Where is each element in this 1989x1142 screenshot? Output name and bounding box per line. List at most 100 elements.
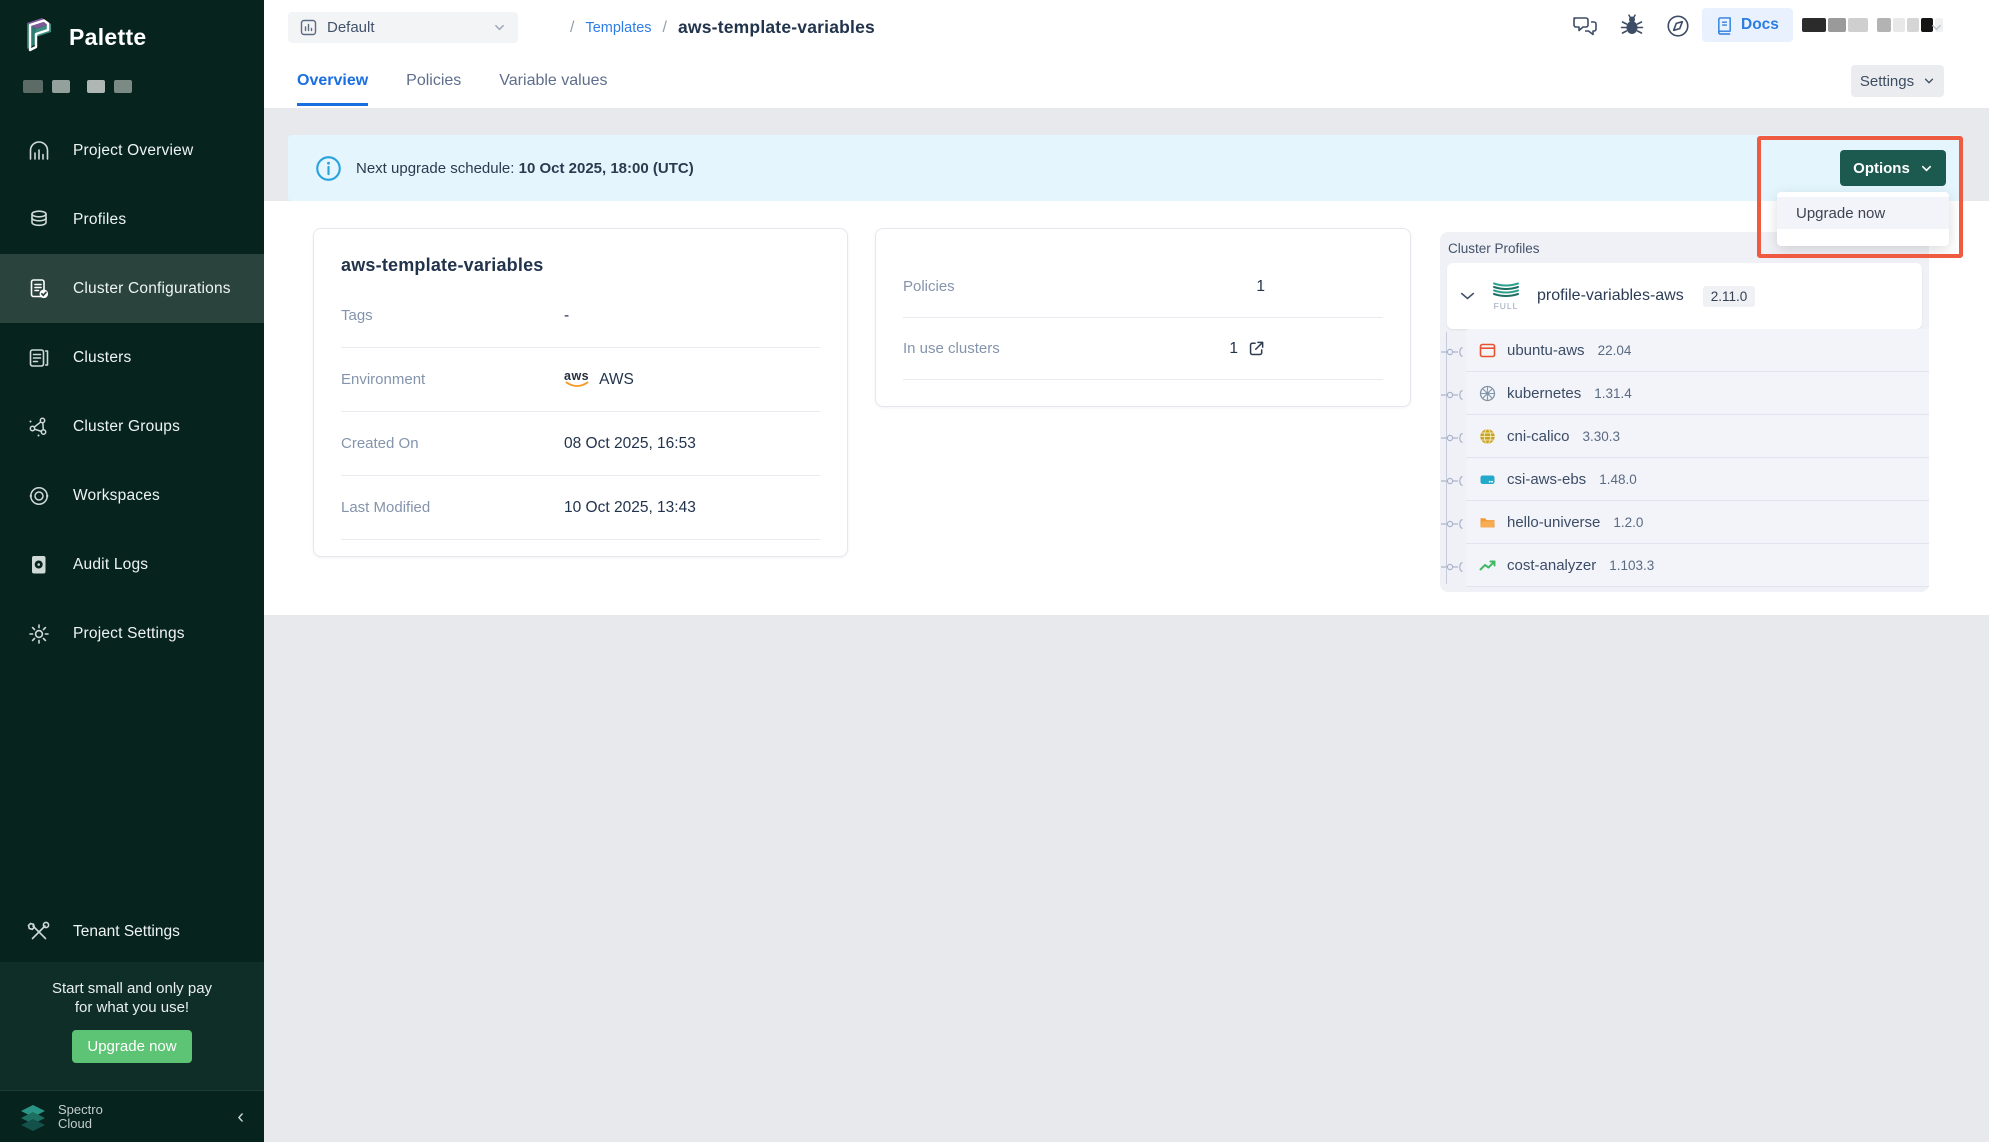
sidebar-item-label: Workspaces xyxy=(73,487,160,505)
sidebar-item-cluster-groups[interactable]: Cluster Groups xyxy=(0,392,264,461)
user-menu-redacted-name[interactable] xyxy=(1802,18,1945,32)
sidebar-item-audit-logs[interactable]: Audit Logs xyxy=(0,530,264,599)
sidebar-item-project-settings[interactable]: Project Settings xyxy=(0,599,264,668)
environment-value: AWS xyxy=(599,371,634,389)
tab-overview[interactable]: Overview xyxy=(297,72,368,106)
network-nodes-icon xyxy=(27,415,51,439)
detail-row-tags: Tags - xyxy=(341,284,820,348)
layer-row-cni-calico[interactable]: cni-calico 3.30.3 xyxy=(1466,415,1929,458)
palette-logo-icon xyxy=(20,16,58,58)
feedback-chat-button[interactable] xyxy=(1569,12,1601,40)
report-bug-button[interactable] xyxy=(1616,12,1648,40)
menu-item-upgrade-now[interactable]: Upgrade now xyxy=(1777,197,1949,229)
layer-row-kubernetes[interactable]: kubernetes 1.31.4 xyxy=(1466,372,1929,415)
tab-policies[interactable]: Policies xyxy=(406,72,461,106)
tab-variable-values[interactable]: Variable values xyxy=(499,72,607,106)
options-dropdown-menu: Upgrade now xyxy=(1777,192,1949,246)
sidebar-item-clusters[interactable]: Clusters xyxy=(0,323,264,392)
row-label: Last Modified xyxy=(341,499,564,516)
layer-version: 3.30.3 xyxy=(1583,429,1621,444)
row-label: Tags xyxy=(341,307,564,324)
upgrade-now-button[interactable]: Upgrade now xyxy=(72,1030,192,1063)
upgrade-promo: Start small and only pay for what you us… xyxy=(0,962,264,1090)
chevron-down-icon xyxy=(1930,21,1943,34)
docs-button[interactable]: Docs xyxy=(1702,8,1793,42)
breadcrumb-link-templates[interactable]: Templates xyxy=(585,20,651,36)
promo-line1: Start small and only pay xyxy=(0,979,264,998)
sidebar-item-label: Clusters xyxy=(73,349,131,367)
project-chart-icon xyxy=(300,19,317,36)
analytics-icon xyxy=(27,139,51,163)
row-value: aws AWS xyxy=(564,371,634,389)
layer-row-cost-analyzer[interactable]: cost-analyzer 1.103.3 xyxy=(1466,544,1929,587)
layer-connector xyxy=(1441,431,1465,445)
sidebar-item-label: Project Overview xyxy=(73,142,193,160)
explore-compass-button[interactable] xyxy=(1662,12,1694,40)
gear-icon xyxy=(27,622,51,646)
breadcrumb-separator: / xyxy=(663,19,667,37)
sidebar-item-project-overview[interactable]: Project Overview xyxy=(0,116,264,185)
profile-version-chip: 2.11.0 xyxy=(1703,286,1756,307)
sidebar-item-cluster-configurations[interactable]: Cluster Configurations xyxy=(0,254,264,323)
docs-book-icon xyxy=(1716,16,1733,35)
layer-version: 1.2.0 xyxy=(1613,515,1643,530)
profile-type-icon-wrap: FULL xyxy=(1488,281,1524,311)
chevron-down-icon xyxy=(1920,162,1933,175)
layer-row-hello-universe[interactable]: hello-universe 1.2.0 xyxy=(1466,501,1929,544)
options-button[interactable]: Options xyxy=(1840,150,1946,186)
aws-smile-icon xyxy=(565,381,589,389)
layer-version: 22.04 xyxy=(1598,343,1632,358)
docs-label: Docs xyxy=(1741,16,1779,34)
user-menu-chevron[interactable] xyxy=(1930,21,1943,34)
sidebar-item-label: Cluster Groups xyxy=(73,418,180,436)
detail-row-environment: Environment aws AWS xyxy=(341,348,820,412)
tools-icon xyxy=(27,920,51,944)
layer-version: 1.103.3 xyxy=(1609,558,1654,573)
sidebar-item-workspaces[interactable]: Workspaces xyxy=(0,461,264,530)
sidebar-item-tenant-settings[interactable]: Tenant Settings xyxy=(0,908,264,956)
sidebar-footer: Spectro Cloud ‹ xyxy=(0,1090,264,1142)
sidebar-menu: Project Overview Profiles Cluster Config… xyxy=(0,116,264,668)
brand-line2: Cloud xyxy=(58,1117,103,1131)
topbar: Default / Templates / aws-template-varia… xyxy=(264,0,1989,108)
layer-tree-line xyxy=(1446,332,1447,584)
usage-card: Policies 1 In use clusters 1 xyxy=(875,228,1411,407)
palette-logo: Palette xyxy=(20,16,147,58)
options-label: Options xyxy=(1853,160,1910,177)
row-value: 08 Oct 2025, 16:53 xyxy=(564,435,696,453)
sidebar-collapse-chevron[interactable]: ‹ xyxy=(237,1107,244,1127)
layer-row-csi-aws-ebs[interactable]: csi-aws-ebs 1.48.0 xyxy=(1466,458,1929,501)
sidebar-item-label: Project Settings xyxy=(73,625,185,643)
document-check-icon xyxy=(27,277,51,301)
sidebar: Palette Project Overview Profiles Clu xyxy=(0,0,264,1142)
profile-layers-list: ubuntu-aws 22.04 kubernetes 1.31.4 cni-c… xyxy=(1466,329,1929,587)
row-value: 10 Oct 2025, 13:43 xyxy=(564,499,696,517)
sidebar-item-profiles[interactable]: Profiles xyxy=(0,185,264,254)
project-selector-value: Default xyxy=(327,19,375,36)
usage-row-in-use-clusters: In use clusters 1 xyxy=(903,318,1383,380)
upgrade-schedule-banner: Next upgrade schedule: 10 Oct 2025, 18:0… xyxy=(288,135,1962,201)
external-link-icon[interactable] xyxy=(1248,340,1265,357)
cluster-profile-header[interactable]: FULL profile-variables-aws 2.11.0 xyxy=(1447,263,1922,329)
layer-row-ubuntu-aws[interactable]: ubuntu-aws 22.04 xyxy=(1466,329,1929,372)
breadcrumb-separator: / xyxy=(570,19,574,37)
usage-rows: Policies 1 In use clusters 1 xyxy=(903,256,1383,380)
layer-version: 1.31.4 xyxy=(1594,386,1632,401)
row-value: - xyxy=(564,307,569,325)
in-use-clusters-count: 1 xyxy=(1229,340,1238,358)
layer-connector xyxy=(1441,474,1465,488)
promo-line2: for what you use! xyxy=(0,998,264,1017)
detail-row-created-on: Created On 08 Oct 2025, 16:53 xyxy=(341,412,820,476)
project-selector[interactable]: Default xyxy=(288,12,518,43)
layers-stack-icon xyxy=(27,208,51,232)
chevron-down-icon[interactable] xyxy=(1460,290,1475,302)
aws-logo: aws xyxy=(564,371,589,389)
brand-line1: Spectro xyxy=(58,1103,103,1117)
settings-button[interactable]: Settings xyxy=(1851,65,1944,97)
spectro-cloud-wordmark: Spectro Cloud xyxy=(58,1103,103,1131)
page: { "sidebar": { "logo_text": "Palette", "… xyxy=(0,0,1989,1142)
folder-icon xyxy=(1479,514,1496,531)
kubernetes-icon xyxy=(1479,385,1496,402)
layer-connector xyxy=(1441,517,1465,531)
server-list-icon xyxy=(27,346,51,370)
